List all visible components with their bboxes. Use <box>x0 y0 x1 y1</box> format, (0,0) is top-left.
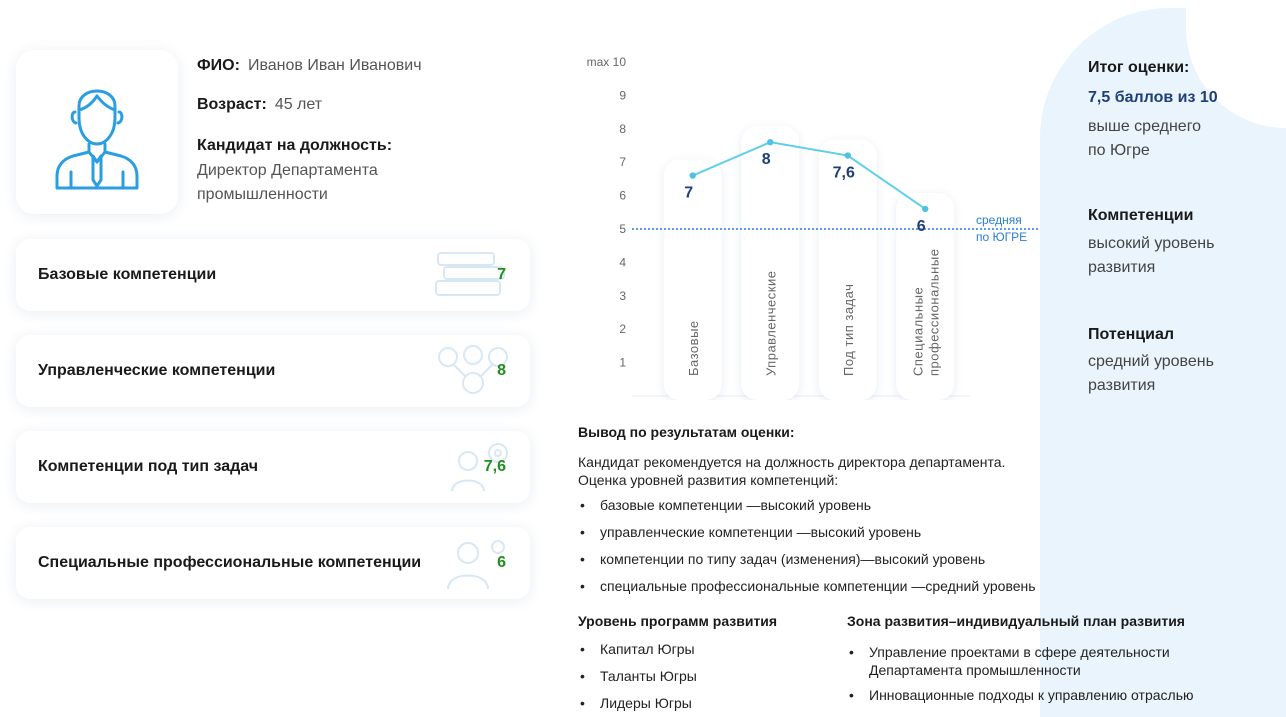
competence-score: 7 <box>497 266 506 283</box>
category-label: Под тип задач <box>841 284 856 376</box>
fio-label: ФИО: <box>197 57 240 74</box>
person-tie-icon <box>55 89 139 190</box>
y-max-label: max 10 <box>587 55 627 69</box>
zone-item1-line1: Управление проектами в сфере деятельност… <box>869 644 1170 660</box>
position-block: Кандидат на должность: Директор Департам… <box>197 137 447 207</box>
fio-row: ФИО: Иванов Иван Иванович <box>197 57 422 75</box>
total-note-line1: выше среднего <box>1088 118 1202 135</box>
conclusion-line1: Кандидат рекомендуется на должность дире… <box>578 454 1006 470</box>
y-tick-label: 2 <box>619 322 626 336</box>
competence-score: 8 <box>497 362 506 379</box>
fio-value: Иванов Иван Иванович <box>247 57 422 74</box>
list-item: Инновационные подходы к управлению отрас… <box>847 687 1193 703</box>
total-title: Итог оценки: <box>1088 59 1190 76</box>
conclusion-line2: Оценка уровней развития компетенций: <box>578 472 839 488</box>
list-item: Лидеры Югры <box>578 695 697 717</box>
competence-chart: Базовые Управленческие Под тип задач Специа… <box>587 55 1040 400</box>
programs-list: Капитал Югры Таланты Югры Лидеры Югры <box>578 641 697 717</box>
competence-card-tasks: Компетенции под тип задач 7,6 <box>16 431 530 503</box>
data-label: 7,6 <box>833 165 855 182</box>
data-point <box>922 205 929 213</box>
competences-summary-title: Компетенции <box>1088 207 1194 224</box>
potential-line1: средний уровень <box>1088 353 1214 370</box>
programs-title: Уровень программ развития <box>578 613 778 629</box>
competence-label: Компетенции под тип задач <box>38 458 259 475</box>
series-line <box>692 141 926 210</box>
position-value-line2: промышленности <box>197 186 328 203</box>
competence-score: 7,6 <box>483 458 506 475</box>
y-tick-label: 7 <box>619 155 626 169</box>
y-tick-label: 6 <box>619 189 626 203</box>
list-item: Управление проектами в сфере деятельност… <box>847 643 1193 687</box>
zone-list: Управление проектами в сфере деятельност… <box>847 643 1193 703</box>
data-point <box>689 172 696 179</box>
competences-summary-text: высокий уровень развития <box>1088 232 1268 280</box>
y-tick-label: 4 <box>619 255 626 269</box>
list-item: базовые компетенции —высокий уровень <box>578 497 1036 524</box>
category-label: Базовые <box>686 320 701 376</box>
zone-item1-line2: Департамента промышленности <box>869 662 1081 678</box>
y-tick-label: 8 <box>619 122 626 136</box>
list-item: Капитал Югры <box>578 641 697 668</box>
reference-label: по ЮГРЕ <box>976 230 1027 244</box>
competence-score: 6 <box>497 554 506 571</box>
age-label: Возраст: <box>197 96 267 113</box>
conclusion-title: Вывод по результатам оценки: <box>578 424 795 440</box>
competence-label: Специальные профессиональные компетенции <box>38 554 422 571</box>
age-value: 45 лет <box>274 96 323 113</box>
data-point <box>844 152 851 159</box>
competence-card-special: Специальные профессиональные компетенции… <box>16 527 530 599</box>
y-tick-label: 9 <box>619 88 626 102</box>
list-item: компетенции по типу задач (изменения)—вы… <box>578 551 1036 578</box>
reference-label: средняя <box>976 213 1022 227</box>
list-item: Таланты Югры <box>578 668 697 695</box>
zone-title: Зона развития–индивидуальный план развит… <box>847 613 1185 629</box>
category-label: Управленческие <box>763 271 778 376</box>
y-tick-label: 1 <box>619 356 626 370</box>
data-point <box>767 138 774 146</box>
y-tick-label: 5 <box>619 222 626 236</box>
conclusion-list: базовые компетенции —высокий уровень упр… <box>578 497 1036 605</box>
list-item: специальные профессиональные компетенции… <box>578 578 1036 605</box>
competence-label: Базовые компетенции <box>38 266 217 283</box>
position-label: Кандидат на должность: <box>197 137 393 154</box>
potential-title: Потенциал <box>1088 326 1175 343</box>
competence-label: Управленческие компетенции <box>38 362 276 379</box>
potential-line2: развития <box>1088 377 1156 394</box>
data-label: 8 <box>762 151 771 168</box>
y-tick-label: 3 <box>619 289 626 303</box>
competences-summary-line2: развития <box>1088 259 1156 276</box>
age-row: Возраст: 45 лет <box>197 96 322 114</box>
total-value: 7,5 баллов из 10 <box>1088 89 1218 106</box>
position-value-line1: Директор Департамента <box>197 162 378 179</box>
total-note-line2: по Югре <box>1088 142 1150 159</box>
competence-card-management: Управленческие компетенции 8 <box>16 335 530 407</box>
data-label: 7 <box>684 185 693 202</box>
list-item: управленческие компетенции —высокий уров… <box>578 524 1036 551</box>
competence-card-basic: Базовые компетенции 7 <box>16 239 530 311</box>
potential-text: средний уровень развития <box>1088 350 1268 398</box>
avatar-card <box>16 50 178 214</box>
competences-summary-line1: высокий уровень <box>1088 235 1215 252</box>
data-label: 6 <box>917 218 926 235</box>
category-label: Специальные <box>910 287 925 376</box>
category-label: профессиональные <box>926 249 941 376</box>
total-note: выше среднего по Югре <box>1088 115 1268 163</box>
